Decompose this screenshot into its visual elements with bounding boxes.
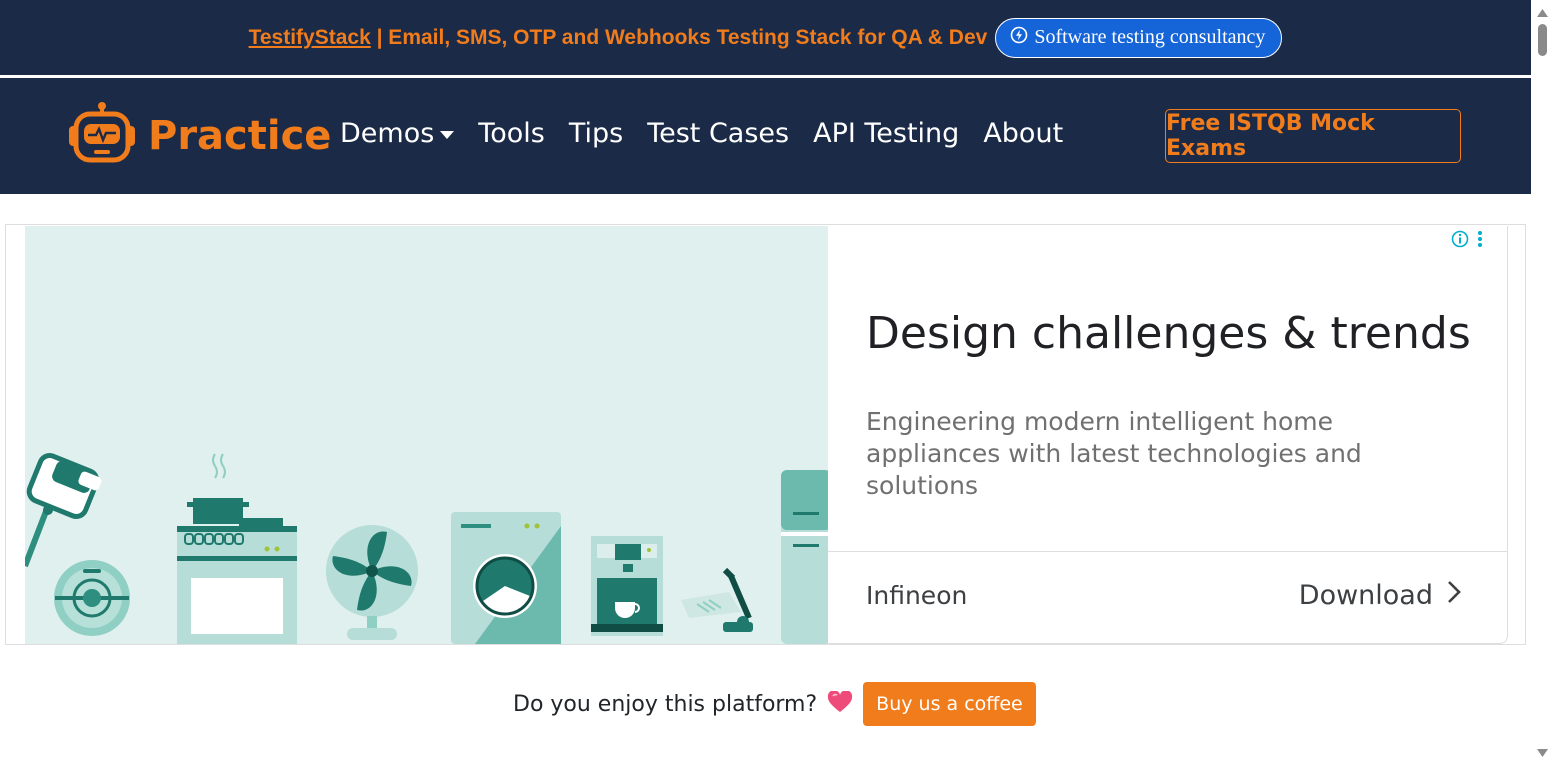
- vacuum-cleaner-illustration: [681, 567, 753, 632]
- nav-api-testing[interactable]: API Testing: [813, 118, 959, 149]
- brand-name: Practice: [148, 112, 332, 159]
- nav-tools[interactable]: Tools: [478, 118, 545, 149]
- promo-tagline: | Email, SMS, OTP and Webhooks Testing S…: [370, 25, 988, 49]
- support-row: Do you enjoy this platform? Buy us a cof…: [513, 682, 1036, 726]
- ad-headline[interactable]: Design challenges & trends: [866, 308, 1471, 359]
- nav-tools-label: Tools: [478, 118, 545, 149]
- nav-links: Demos Tools Tips Test Cases API Testing …: [340, 118, 1063, 149]
- fridge-illustration: [781, 470, 828, 644]
- ad-illustration[interactable]: [25, 226, 828, 644]
- nav-api-testing-label: API Testing: [813, 118, 960, 149]
- main-navbar: Practice Demos Tools Tips Test Cases API…: [0, 78, 1531, 194]
- ad-text-panel: Design challenges & trends Engineering m…: [828, 226, 1508, 644]
- scroll-down-icon[interactable]: [1537, 744, 1548, 762]
- robot-vacuum-illustration: [54, 560, 130, 636]
- scroll-thumb[interactable]: [1538, 24, 1547, 56]
- testifystack-link[interactable]: TestifyStack: [249, 26, 371, 49]
- page: TestifyStack | Email, SMS, OTP and Webho…: [0, 0, 1531, 759]
- chevron-right-icon: [1447, 580, 1461, 611]
- nav-tips[interactable]: Tips: [569, 118, 623, 149]
- consultancy-label: Software testing consultancy: [1034, 26, 1266, 48]
- ad-frame[interactable]: Design challenges & trends Engineering m…: [5, 224, 1526, 645]
- nav-tips-label: Tips: [568, 118, 624, 149]
- nav-demos-label: Demos: [340, 118, 435, 149]
- ad-choices[interactable]: [1451, 230, 1483, 253]
- consultancy-button[interactable]: Software testing consultancy: [995, 17, 1283, 58]
- nav-test-cases[interactable]: Test Cases: [647, 118, 789, 149]
- nav-about[interactable]: About: [983, 118, 1063, 149]
- ad-body: Engineering modern intelligent home appl…: [866, 407, 1362, 500]
- top-banner: TestifyStack | Email, SMS, OTP and Webho…: [0, 0, 1531, 75]
- caret-down-icon: [440, 130, 455, 139]
- robot-icon: [66, 100, 138, 171]
- washing-machine-illustration: [451, 512, 561, 644]
- ad-divider: [828, 551, 1507, 552]
- promo-text: TestifyStack | Email, SMS, OTP and Webho…: [249, 26, 988, 50]
- ad-download-label: Download: [1298, 580, 1433, 611]
- ad-download-button[interactable]: Download: [1299, 580, 1461, 611]
- stove-illustration: [177, 453, 297, 644]
- nav-test-cases-label: Test Cases: [647, 118, 790, 149]
- fan-illustration: [326, 525, 418, 640]
- nav-about-label: About: [983, 118, 1064, 149]
- lightning-circle-icon: [1010, 26, 1028, 50]
- nav-demos-dropdown[interactable]: Demos: [340, 118, 455, 149]
- handheld-vacuum-illustration: [25, 453, 102, 568]
- vertical-dots-icon[interactable]: [1477, 230, 1483, 253]
- support-question: Do you enjoy this platform?: [513, 691, 818, 717]
- vertical-scrollbar[interactable]: [1531, 0, 1554, 759]
- istqb-mock-exams-button[interactable]: Free ISTQB Mock Exams: [1165, 109, 1461, 163]
- brand-link[interactable]: Practice: [66, 100, 331, 171]
- ad-advertiser[interactable]: Infineon: [866, 581, 967, 610]
- coffee-machine-illustration: [591, 536, 663, 636]
- scroll-up-icon[interactable]: [1537, 4, 1548, 22]
- buy-coffee-button[interactable]: Buy us a coffee: [863, 682, 1036, 726]
- info-icon[interactable]: [1451, 230, 1469, 253]
- heart-icon: [827, 689, 853, 718]
